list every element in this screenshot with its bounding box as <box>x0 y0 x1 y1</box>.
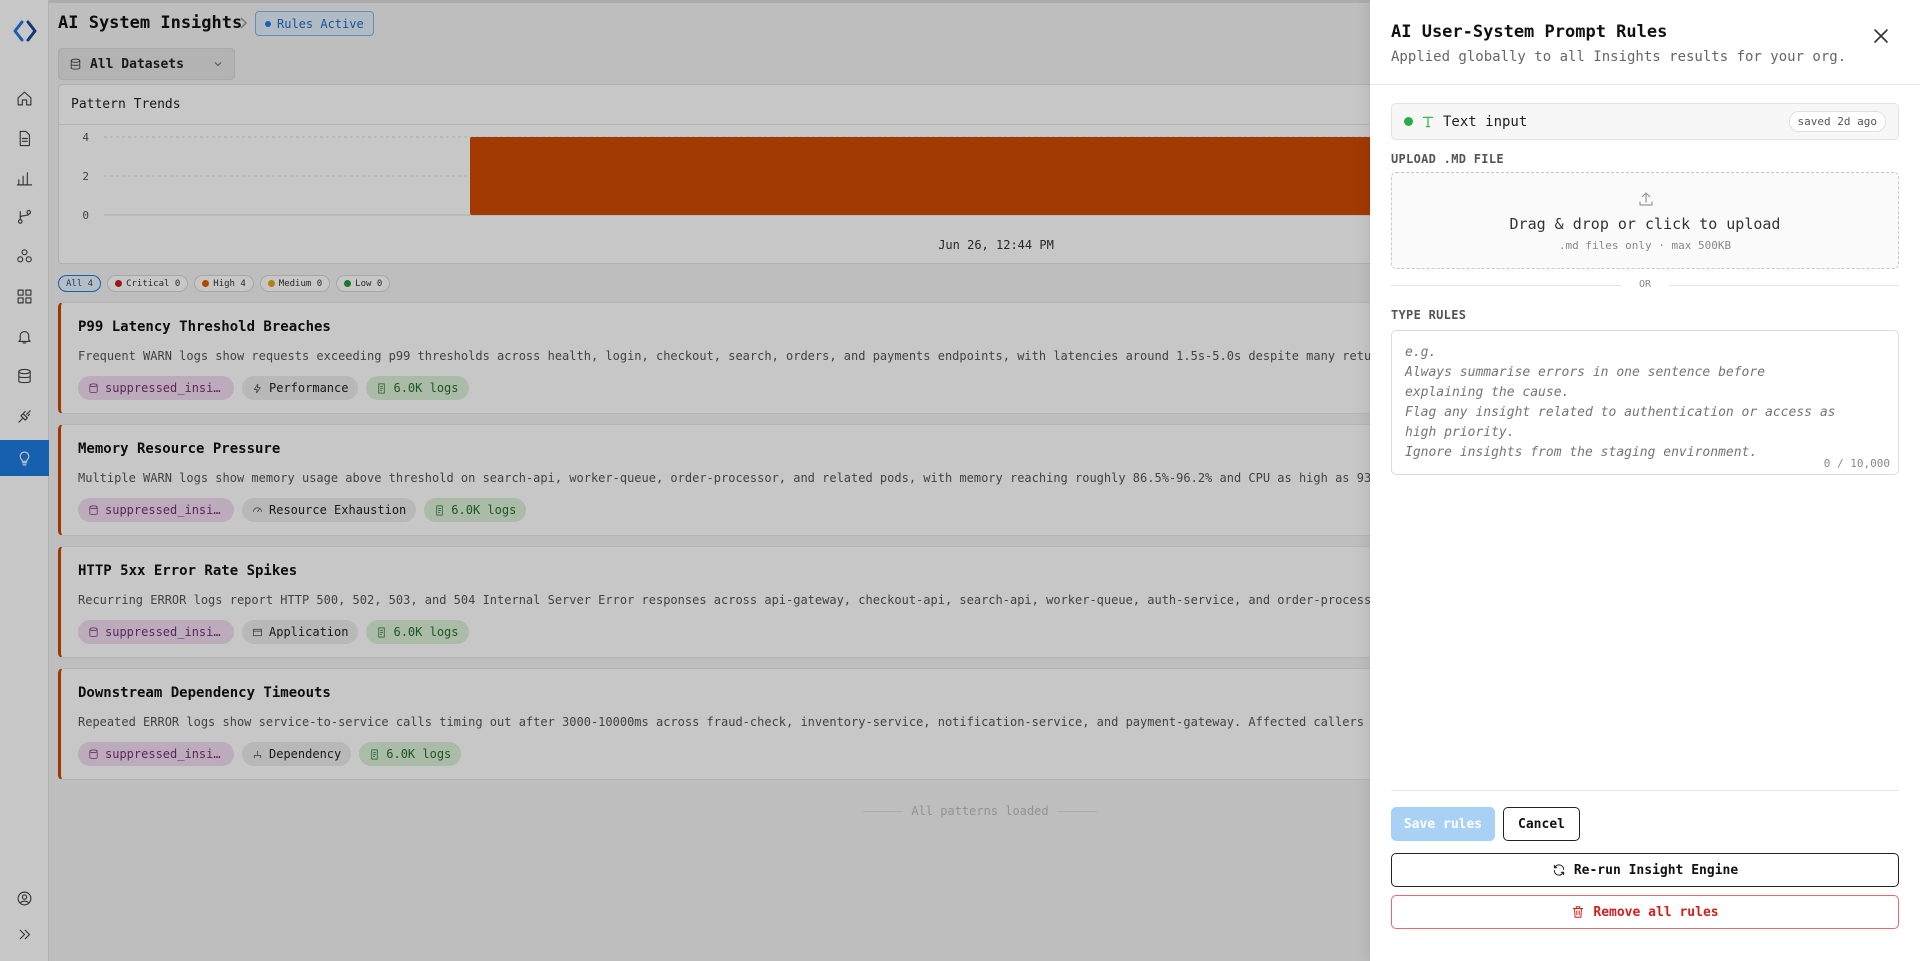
remove-all-rules-button[interactable]: Remove all rules <box>1391 895 1899 929</box>
text-icon <box>1422 116 1434 127</box>
upload-icon <box>1639 192 1653 206</box>
upload-section-label: UPLOAD .MD FILE <box>1391 152 1504 166</box>
file-dropzone[interactable]: Drag & drop or click to upload .md files… <box>1391 172 1899 269</box>
rules-source-row: Text input saved 2d ago <box>1391 103 1899 140</box>
save-rules-button[interactable]: Save rules <box>1391 807 1495 841</box>
type-rules-label: TYPE RULES <box>1391 308 1467 322</box>
refresh-icon <box>1553 864 1565 876</box>
panel-divider <box>1370 84 1920 85</box>
rerun-label: Re-run Insight Engine <box>1573 862 1739 878</box>
saved-badge: saved 2d ago <box>1788 111 1886 132</box>
close-icon[interactable] <box>1872 27 1890 45</box>
panel-subtitle: Applied globally to all Insights results… <box>1391 49 1847 65</box>
divider <box>1669 285 1899 286</box>
char-count: 0 / 10,000 <box>1823 457 1890 470</box>
cancel-button[interactable]: Cancel <box>1503 807 1580 841</box>
panel-title: AI User-System Prompt Rules <box>1391 22 1668 42</box>
dropzone-label: Drag & drop or click to upload <box>1509 215 1781 233</box>
source-label: Text input <box>1443 113 1528 130</box>
rerun-insight-engine-button[interactable]: Re-run Insight Engine <box>1391 853 1899 887</box>
or-separator: OR <box>1391 279 1899 291</box>
rules-textarea[interactable] <box>1391 330 1899 475</box>
trash-icon <box>1573 906 1584 918</box>
dropzone-hint: .md files only · max 500KB <box>1558 239 1732 252</box>
active-dot <box>1404 117 1413 126</box>
prompt-rules-panel: AI User-System Prompt Rules Applied glob… <box>1370 0 1920 961</box>
footer-divider <box>1391 790 1899 791</box>
remove-label: Remove all rules <box>1593 904 1719 920</box>
